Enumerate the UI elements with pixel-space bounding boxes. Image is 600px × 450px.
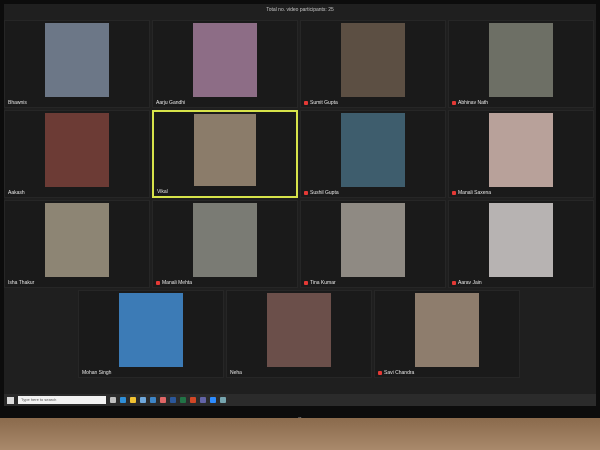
monitor: Total no. video participants: 25 Bhawnis… bbox=[0, 0, 600, 418]
participant-name: Bhawnis bbox=[8, 100, 27, 106]
participant-tile[interactable]: Mohan Singh bbox=[78, 290, 224, 378]
participant-name: Vikal bbox=[157, 189, 168, 195]
store-icon[interactable] bbox=[140, 397, 146, 403]
participant-name-label: Vikal bbox=[157, 189, 168, 195]
muted-mic-icon bbox=[156, 280, 160, 285]
participant-name: Isha Thakur bbox=[8, 280, 34, 286]
participant-name: Neha bbox=[230, 370, 242, 376]
edge-icon[interactable] bbox=[120, 397, 126, 403]
participant-name-label: Sumit Gupta bbox=[310, 100, 338, 106]
taskbar-search[interactable]: Type here to search bbox=[18, 396, 106, 404]
participant-tile[interactable]: Aakash bbox=[4, 110, 150, 198]
meeting-title-bar: Total no. video participants: 25 bbox=[4, 4, 596, 16]
participant-name-label: Abhinav Nath bbox=[458, 100, 489, 106]
participant-tile[interactable]: Aarav Jain bbox=[448, 200, 594, 288]
screen: Total no. video participants: 25 Bhawnis… bbox=[4, 4, 596, 406]
desk bbox=[0, 418, 600, 450]
participant-name-label: Sushil Gupta bbox=[310, 190, 339, 196]
participant-name: Manali Mehta bbox=[156, 280, 192, 286]
participant-name: Sumit Gupta bbox=[304, 100, 338, 106]
participant-video bbox=[489, 113, 553, 187]
participant-name-label: Bhawnis bbox=[8, 100, 27, 106]
task-view-icon[interactable] bbox=[110, 397, 116, 403]
participant-video bbox=[341, 23, 405, 97]
participant-name-label: Aarju Gandhi bbox=[156, 100, 186, 106]
participant-name-label: Manali Saxena bbox=[458, 190, 492, 196]
participant-name: Aakash bbox=[8, 190, 25, 196]
participant-name-label: Isha Thakur bbox=[8, 280, 35, 286]
participant-video bbox=[341, 113, 405, 187]
file-explorer-icon[interactable] bbox=[130, 397, 136, 403]
participant-tile[interactable]: Abhinav Nath bbox=[448, 20, 594, 108]
teams-icon[interactable] bbox=[200, 397, 206, 403]
muted-mic-icon bbox=[452, 190, 456, 195]
windows-start-icon[interactable] bbox=[7, 396, 14, 404]
participant-name: Sushil Gupta bbox=[304, 190, 339, 196]
participant-video bbox=[193, 203, 257, 277]
participant-video bbox=[193, 23, 257, 97]
participant-video bbox=[45, 23, 109, 97]
participant-tile[interactable]: Vikal bbox=[152, 110, 298, 198]
word-icon[interactable] bbox=[170, 397, 176, 403]
participant-video bbox=[489, 203, 553, 277]
participant-video bbox=[341, 203, 405, 277]
participant-name: Mohan Singh bbox=[82, 370, 111, 376]
muted-mic-icon bbox=[452, 100, 456, 105]
participant-video bbox=[415, 293, 479, 367]
windows-taskbar: Type here to search bbox=[4, 394, 596, 406]
participant-tile[interactable]: Manali Mehta bbox=[152, 200, 298, 288]
chrome-icon[interactable] bbox=[160, 397, 166, 403]
muted-mic-icon bbox=[304, 280, 308, 285]
participant-tile[interactable]: Neha bbox=[226, 290, 372, 378]
participant-video bbox=[489, 23, 553, 97]
participant-name-label: Aakash bbox=[8, 190, 25, 196]
participant-video bbox=[45, 113, 109, 187]
participant-name: Tina Kumar bbox=[304, 280, 336, 286]
participant-name-label: Neha bbox=[230, 370, 242, 376]
participant-tile[interactable]: Isha Thakur bbox=[4, 200, 150, 288]
muted-mic-icon bbox=[378, 370, 382, 375]
participant-tile[interactable]: Sumit Gupta bbox=[300, 20, 446, 108]
participant-name-label: Tina Kumar bbox=[310, 280, 336, 286]
muted-mic-icon bbox=[304, 190, 308, 195]
participant-name: Savi Chandra bbox=[378, 370, 414, 376]
participant-name-label: Manali Mehta bbox=[162, 280, 193, 286]
participant-tile[interactable]: Aarju Gandhi bbox=[152, 20, 298, 108]
video-gallery: Bhawnis Aarju Gandhi Sumit Gupta Abhinav Na… bbox=[4, 16, 596, 394]
meeting-title: Total no. video participants: 25 bbox=[266, 7, 334, 13]
participant-name-label: Aarav Jain bbox=[458, 280, 482, 286]
participant-name: Abhinav Nath bbox=[452, 100, 488, 106]
participant-video bbox=[267, 293, 331, 367]
participant-tile[interactable]: Tina Kumar bbox=[300, 200, 446, 288]
participant-tile[interactable]: Savi Chandra bbox=[374, 290, 520, 378]
participant-name-label: Mohan Singh bbox=[82, 370, 112, 376]
muted-mic-icon bbox=[452, 280, 456, 285]
participant-tile[interactable]: Bhawnis bbox=[4, 20, 150, 108]
participant-video bbox=[119, 293, 183, 367]
participant-video bbox=[194, 114, 256, 186]
participant-tile[interactable]: Manali Saxena bbox=[448, 110, 594, 198]
muted-mic-icon bbox=[304, 100, 308, 105]
excel-icon[interactable] bbox=[180, 397, 186, 403]
participant-tile[interactable]: Sushil Gupta bbox=[300, 110, 446, 198]
participant-name: Aarju Gandhi bbox=[156, 100, 185, 106]
participant-video bbox=[45, 203, 109, 277]
participant-name: Manali Saxena bbox=[452, 190, 491, 196]
photos-icon[interactable] bbox=[220, 397, 226, 403]
participant-name: Aarav Jain bbox=[452, 280, 482, 286]
participant-name-label: Savi Chandra bbox=[384, 370, 415, 376]
powerpoint-icon[interactable] bbox=[190, 397, 196, 403]
zoom-icon[interactable] bbox=[210, 397, 216, 403]
mail-icon[interactable] bbox=[150, 397, 156, 403]
